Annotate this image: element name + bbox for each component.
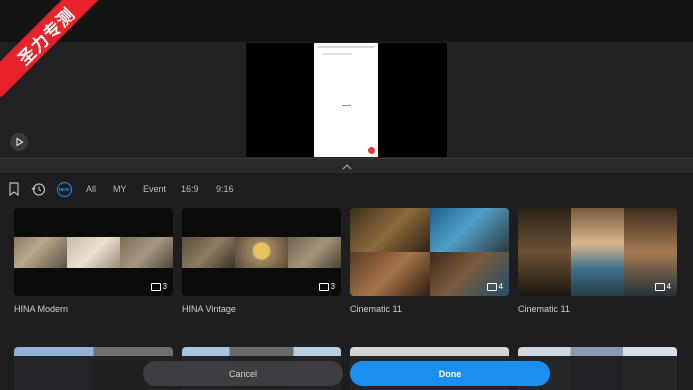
template-card[interactable]: 3 (14, 208, 173, 296)
clips-icon (318, 282, 329, 291)
top-bar (0, 0, 693, 42)
thumbnail-frame (518, 208, 571, 296)
thumbnail-frame (14, 237, 67, 268)
clip-count: 3 (150, 282, 167, 291)
thumbnail-frame (430, 208, 509, 252)
frame-header (322, 53, 352, 55)
thumbnail-frame (288, 237, 341, 268)
bookmark-icon (9, 182, 19, 196)
preview-area (0, 42, 693, 158)
bottom-action-bar (0, 356, 693, 390)
filter-chip-event[interactable]: Event (143, 184, 166, 194)
preview-frame (314, 43, 378, 157)
bookmark-filter[interactable] (6, 181, 22, 197)
new-badge: NEW (58, 186, 70, 192)
filter-chip-my[interactable]: MY (113, 184, 127, 194)
template-title: HINA Modern (14, 304, 69, 314)
frame-action-button (368, 147, 375, 154)
template-title: HINA Vintage (182, 304, 236, 314)
filter-chip-all[interactable]: All (86, 184, 96, 194)
chevron-up-icon (342, 163, 351, 169)
thumbnail-frame (182, 237, 235, 268)
thumbnail-frame (120, 237, 173, 268)
clip-count: 3 (318, 282, 335, 291)
history-filter[interactable] (30, 181, 46, 197)
thumbnail-frame (350, 252, 430, 296)
new-filter[interactable]: NEW (56, 181, 72, 197)
clip-count: 4 (654, 282, 671, 291)
cancel-button[interactable]: Cancel (143, 361, 343, 386)
clips-icon (654, 282, 665, 291)
clips-icon (150, 282, 161, 291)
template-card[interactable]: 3 (182, 208, 341, 296)
play-button[interactable] (10, 133, 28, 151)
history-icon (31, 182, 45, 196)
thumbnail-frame (67, 237, 120, 268)
filter-bar: NEW All MY Event 16:9 9:16 (0, 173, 693, 205)
template-card[interactable]: 4 (350, 208, 509, 296)
filter-chip-16-9[interactable]: 16:9 (181, 184, 199, 194)
thumbnail-frame (350, 208, 430, 252)
template-card[interactable]: 4 (518, 208, 677, 296)
clip-count: 4 (486, 282, 503, 291)
template-title: Cinematic 11 (518, 304, 570, 314)
panel-collapse-handle[interactable] (0, 158, 693, 174)
done-button[interactable]: Done (350, 361, 550, 386)
clips-icon (486, 282, 497, 291)
video-preview[interactable] (246, 43, 447, 157)
filter-chip-9-16[interactable]: 9:16 (216, 184, 234, 194)
frame-status-bar (317, 46, 375, 48)
thumbnail-frame (235, 237, 288, 268)
thumbnail-frame (571, 208, 624, 296)
template-title: Cinematic 11 (350, 304, 402, 314)
frame-loading-indicator (342, 105, 351, 106)
play-icon (16, 137, 24, 147)
